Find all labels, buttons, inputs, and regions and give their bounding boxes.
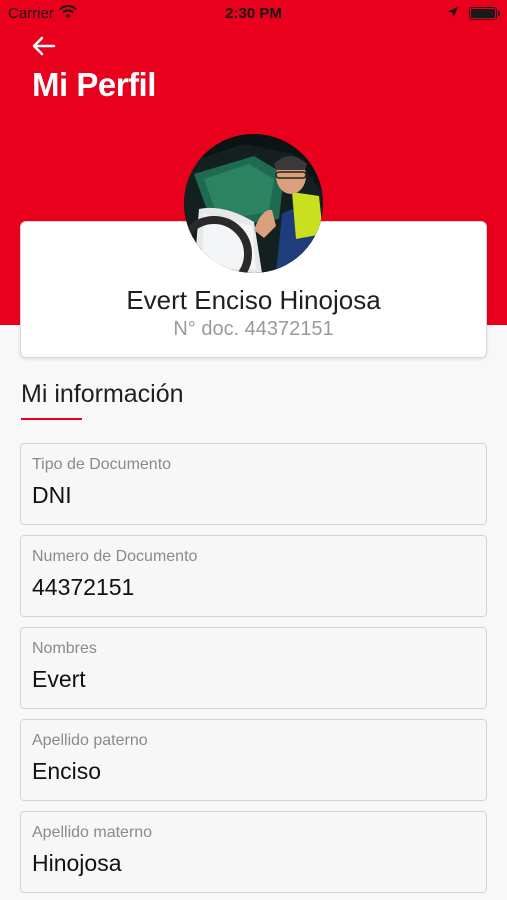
battery-icon: [469, 7, 500, 20]
field-document-number[interactable]: Numero de Documento 44372151: [20, 535, 487, 617]
status-time: 2:30 PM: [225, 5, 282, 22]
field-label: Tipo de Documento: [32, 456, 172, 473]
field-document-type[interactable]: Tipo de Documento DNI: [20, 443, 487, 525]
page-title: Mi Perfil: [32, 66, 156, 103]
field-value: Evert: [32, 666, 86, 692]
arrow-left-icon: [30, 36, 58, 62]
field-paternal-surname[interactable]: Apellido paterno Enciso: [20, 719, 487, 801]
field-label: Nombres: [32, 640, 97, 657]
field-maternal-surname[interactable]: Apellido materno Hinojosa: [20, 811, 487, 893]
profile-name: Evert Enciso Hinojosa: [126, 285, 381, 315]
avatar[interactable]: [184, 134, 323, 273]
field-label: Apellido paterno: [32, 732, 148, 749]
field-label: Numero de Documento: [32, 548, 198, 565]
profile-document-number: N° doc. 44372151: [173, 318, 334, 340]
field-value: Hinojosa: [32, 850, 122, 876]
location-arrow-icon: [447, 5, 459, 22]
field-first-name[interactable]: Nombres Evert: [20, 627, 487, 709]
back-button[interactable]: [30, 34, 58, 58]
status-bar: Carrier 2:30 PM: [0, 0, 507, 28]
field-label: Apellido materno: [32, 824, 153, 841]
field-value: Enciso: [32, 758, 102, 784]
section-underline: [21, 418, 82, 420]
field-value: 44372151: [32, 574, 135, 600]
section-title: Mi información: [21, 380, 184, 408]
field-value: DNI: [32, 482, 72, 508]
